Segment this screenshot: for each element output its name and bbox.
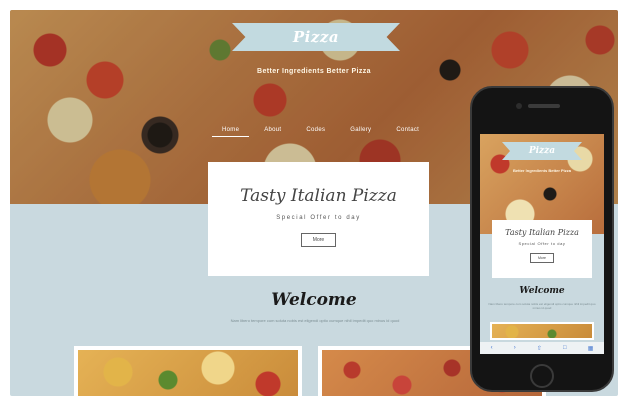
nav-gallery[interactable]: Gallery — [340, 124, 381, 137]
site-tagline: Better Ingredients Better Pizza — [257, 68, 371, 75]
gallery-photo-pizza-1[interactable] — [74, 346, 302, 396]
phone-speaker — [528, 104, 560, 108]
back-icon[interactable]: ‹ — [491, 345, 493, 351]
logo-text: Pizza — [292, 28, 340, 46]
mobile-feature-card: Tasty Italian Pizza Special Offer to day… — [492, 220, 592, 278]
feature-subtitle: Special Offer to day — [276, 215, 361, 221]
phone-camera — [516, 103, 522, 109]
nav-codes[interactable]: Codes — [296, 124, 335, 137]
phone-home-button[interactable] — [530, 364, 554, 388]
logo-ribbon[interactable]: Pizza — [232, 23, 400, 51]
share-icon[interactable]: ⇧ — [537, 345, 542, 352]
more-button[interactable]: More — [300, 233, 337, 247]
phone-screen: Pizza Better Ingredients Better Pizza Ta… — [480, 134, 604, 354]
main-nav: Home About Codes Gallery Contact — [212, 124, 434, 137]
forward-icon[interactable]: › — [514, 345, 516, 351]
mobile-welcome-text: Nam libero tempore cum soluta nobis est … — [488, 302, 596, 310]
bookmarks-icon[interactable]: □ — [563, 345, 567, 351]
welcome-text: Nam libero tempore cum soluta nobis est … — [230, 318, 400, 323]
mobile-logo-text: Pizza — [528, 146, 556, 156]
mobile-welcome-heading: Welcome — [519, 286, 565, 296]
mobile-gallery-photo[interactable] — [490, 322, 594, 340]
mobile-browser-toolbar: ‹ › ⇧ □ ▦ — [480, 342, 604, 354]
tabs-icon[interactable]: ▦ — [588, 345, 594, 352]
feature-card: Tasty Italian Pizza Special Offer to day… — [208, 162, 429, 276]
feature-title: Tasty Italian Pizza — [240, 186, 397, 206]
phone-mockup: Pizza Better Ingredients Better Pizza Ta… — [470, 86, 614, 392]
mobile-logo-ribbon[interactable]: Pizza — [502, 142, 582, 160]
nav-home[interactable]: Home — [212, 124, 250, 137]
mobile-more-button[interactable]: More — [530, 253, 554, 263]
mobile-tagline: Better Ingredients Better Pizza — [512, 168, 571, 173]
mobile-feature-title: Tasty Italian Pizza — [505, 228, 579, 237]
mobile-feature-subtitle: Special Offer to day — [518, 241, 566, 246]
nav-contact[interactable]: Contact — [386, 124, 429, 137]
nav-about[interactable]: About — [254, 124, 291, 137]
